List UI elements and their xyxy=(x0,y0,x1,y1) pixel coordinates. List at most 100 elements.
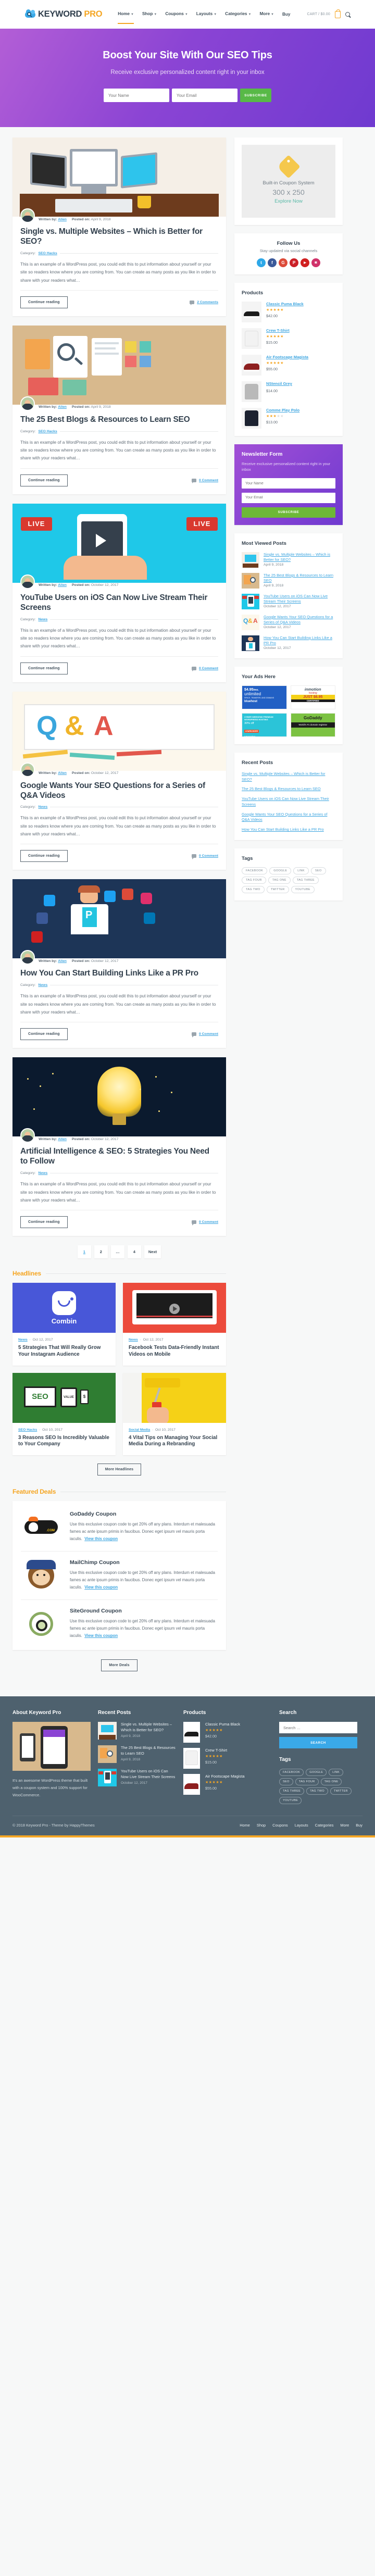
post-title[interactable]: Single vs. Multiple Websites – Which is … xyxy=(20,227,218,247)
pagination-next[interactable]: Next xyxy=(144,1245,161,1259)
godaddy-ad[interactable]: GoDaddy World's #1 domain registrar xyxy=(290,712,335,737)
headline-title[interactable]: 4 Vital Tips on Managing Your Social Med… xyxy=(129,1435,220,1448)
post-thumbnail-qa[interactable]: Q & A xyxy=(12,691,226,771)
continue-reading-button[interactable]: Continue reading xyxy=(20,296,68,308)
most-viewed-link[interactable]: How You Can Start Building Links Like a … xyxy=(264,635,335,645)
category-link[interactable]: News xyxy=(38,983,47,987)
footer-recent-link[interactable]: YouTube Users on iOS Can Now Live Stream… xyxy=(121,1769,176,1780)
most-viewed-link[interactable]: Google Wants Your SEO Questions for a Se… xyxy=(264,615,335,624)
footer-tag-link[interactable]: SEO xyxy=(279,1778,293,1786)
nav-item-categories[interactable]: Categories ▼ xyxy=(221,0,255,29)
tag-link[interactable]: TAG THREE xyxy=(292,876,319,884)
footer-tag-link[interactable]: GOOGLE xyxy=(306,1769,327,1777)
footer-recent-link[interactable]: Single vs. Multiple Websites – Which is … xyxy=(121,1722,176,1733)
footer-recent-link[interactable]: The 25 Best Blogs & Resources to Learn S… xyxy=(121,1745,176,1756)
post-title[interactable]: Google Wants Your SEO Questions for a Se… xyxy=(20,781,218,801)
hero-name-input[interactable] xyxy=(104,89,169,102)
product-name[interactable]: NStencil Grey xyxy=(266,381,292,386)
headline-title[interactable]: Facebook Tests Data-Friendly Instant Vid… xyxy=(129,1345,220,1358)
product-name[interactable]: Classic Puma Black xyxy=(266,302,304,306)
tag-link[interactable]: GOOGLE xyxy=(269,867,292,874)
author-link[interactable]: Allen xyxy=(58,1137,67,1141)
tag-link[interactable]: TAG ONE xyxy=(268,876,291,884)
post-title[interactable]: Artificial Intelligence & SEO: 5 Strateg… xyxy=(20,1147,218,1167)
pagination-page-1[interactable]: 1 xyxy=(77,1245,91,1259)
newsletter-email-input[interactable] xyxy=(242,492,335,503)
headline-title[interactable]: 5 Strategies That Will Really Grow Your … xyxy=(18,1345,110,1358)
category-link[interactable]: SEO Hacks xyxy=(38,252,57,255)
post-thumbnail-pr-pro[interactable]: P xyxy=(12,879,226,959)
author-link[interactable]: Allen xyxy=(58,218,67,221)
view-coupon-link[interactable]: View this coupon xyxy=(84,1633,118,1638)
footer-tag-link[interactable]: YOUTUBE xyxy=(279,1797,302,1805)
nav-item-buy[interactable]: Buy xyxy=(278,0,294,29)
tag-link[interactable]: LINK xyxy=(293,867,309,874)
footer-nav-categories[interactable]: Categories xyxy=(315,1823,334,1828)
footer-tag-link[interactable]: TAG ONE xyxy=(320,1778,342,1786)
footer-tag-link[interactable]: FACEBOOK xyxy=(279,1769,304,1777)
most-viewed-link[interactable]: The 25 Best Blogs & Resources to Learn S… xyxy=(264,573,335,583)
newsletter-subscribe-button[interactable]: SUBSCRIBE xyxy=(242,507,335,518)
author-link[interactable]: Allen xyxy=(58,771,67,775)
tag-link[interactable]: TAG TWO xyxy=(242,885,265,893)
wpengine-ad[interactable]: CYBER WEEKEND PREMIUM WORDPRESS HOSTING … xyxy=(242,712,287,737)
footer-product-name[interactable]: Air Footscape Magista xyxy=(205,1774,245,1779)
recent-post-link[interactable]: How You Can Start Building Links Like a … xyxy=(242,827,335,833)
view-coupon-link[interactable]: View this coupon xyxy=(84,1585,118,1590)
headline-card[interactable]: SEO VALUE $ SEO Hacks · Oct 10, 2017 3 R… xyxy=(12,1372,116,1456)
tag-link[interactable]: YOUTUBE xyxy=(291,885,315,893)
ad-placeholder[interactable]: Built-in Coupon System 300 x 250 Explore… xyxy=(242,145,335,218)
footer-tag-link[interactable]: TAG TWO xyxy=(306,1787,328,1795)
continue-reading-button[interactable]: Continue reading xyxy=(20,662,68,674)
newsletter-name-input[interactable] xyxy=(242,478,335,489)
post-thumbnail-seo-research[interactable] xyxy=(12,325,226,405)
product-name[interactable]: Comme Play Polo xyxy=(266,408,299,412)
google-plus-icon[interactable]: G xyxy=(279,258,288,267)
nav-item-shop[interactable]: Shop ▼ xyxy=(138,0,161,29)
tag-link[interactable]: SEO xyxy=(310,867,326,874)
footer-nav-more[interactable]: More xyxy=(340,1823,349,1828)
twitter-icon[interactable]: t xyxy=(257,258,266,267)
nav-item-coupons[interactable]: Coupons ▼ xyxy=(161,0,192,29)
inmotion-hosting-ad[interactable]: inmotion hosting JUST $6.95 CERTIFIED xyxy=(290,685,335,709)
continue-reading-button[interactable]: Continue reading xyxy=(20,850,68,862)
recent-post-link[interactable]: Google Wants Your SEO Questions for a Se… xyxy=(242,812,335,823)
hero-email-input[interactable] xyxy=(172,89,238,102)
headline-card[interactable]: Combin News · Oct 12, 2017 5 Strategies … xyxy=(12,1283,116,1366)
post-title[interactable]: The 25 Best Blogs & Resources to Learn S… xyxy=(20,415,218,425)
footer-nav-coupons[interactable]: Coupons xyxy=(272,1823,288,1828)
nav-item-more[interactable]: More ▼ xyxy=(255,0,278,29)
footer-nav-shop[interactable]: Shop xyxy=(257,1823,266,1828)
pagination-page-4[interactable]: 4 xyxy=(127,1245,141,1259)
nav-item-layouts[interactable]: Layouts ▼ xyxy=(192,0,221,29)
more-deals-button[interactable]: More Deals xyxy=(101,1659,138,1672)
footer-product-name[interactable]: Crew T-Shirt xyxy=(205,1748,227,1753)
pagination-page-2[interactable]: 2 xyxy=(94,1245,108,1259)
nav-item-home[interactable]: Home ▼ xyxy=(114,0,138,29)
bluehost-ad[interactable]: $4.95/mo. unlimited SPACE, TRANSFER, AND… xyxy=(242,685,287,709)
tag-link[interactable]: FACEBOOK xyxy=(242,867,268,874)
ad-link[interactable]: Explore Now xyxy=(247,198,330,204)
tag-link[interactable]: TAG FOUR xyxy=(242,876,266,884)
footer-search-input[interactable] xyxy=(279,1722,357,1734)
shopping-bag-icon[interactable] xyxy=(335,9,341,18)
instagram-icon[interactable]: ◙ xyxy=(311,258,320,267)
category-link[interactable]: News xyxy=(38,618,47,621)
continue-reading-button[interactable]: Continue reading xyxy=(20,1216,68,1229)
product-name[interactable]: Crew T-Shirt xyxy=(266,328,290,333)
continue-reading-button[interactable]: Continue reading xyxy=(20,1028,68,1041)
product-name[interactable]: Air Footscape Magista xyxy=(266,355,308,359)
post-thumbnail-ai-seo[interactable] xyxy=(12,1057,226,1137)
headline-card[interactable]: News · Oct 12, 2017 Facebook Tests Data-… xyxy=(123,1283,226,1366)
footer-tag-link[interactable]: TWITTER xyxy=(330,1787,352,1795)
post-thumbnail-live-stream[interactable]: LIVE LIVE xyxy=(12,503,226,583)
footer-tag-link[interactable]: TAG FOUR xyxy=(295,1778,319,1786)
post-title[interactable]: How You Can Start Building Links Like a … xyxy=(20,969,218,979)
pinterest-icon[interactable]: P xyxy=(290,258,298,267)
post-title[interactable]: YouTube Users on iOS Can Now Live Stream… xyxy=(20,593,218,613)
view-coupon-link[interactable]: View this coupon xyxy=(84,1536,118,1541)
footer-tag-link[interactable]: TAG THREE xyxy=(279,1787,305,1795)
tag-link[interactable]: TWITTER xyxy=(266,885,289,893)
recent-post-link[interactable]: Single vs. Multiple Websites – Which is … xyxy=(242,771,335,782)
post-thumbnail-desk-setup[interactable] xyxy=(12,137,226,217)
